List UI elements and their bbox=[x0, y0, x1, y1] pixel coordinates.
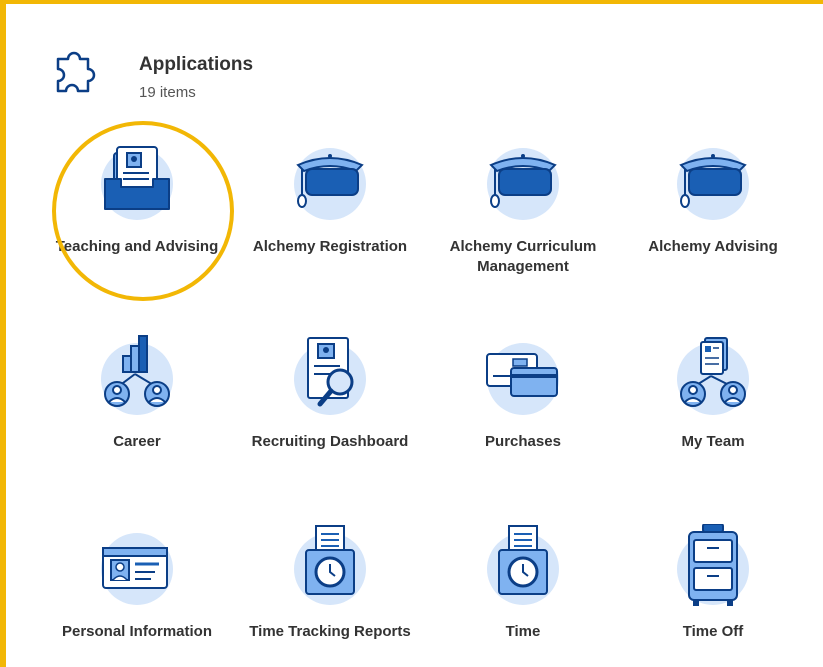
time-report-icon bbox=[294, 525, 366, 605]
credit-card-icon bbox=[486, 343, 559, 415]
app-alchemy-registration[interactable]: Alchemy Registration bbox=[245, 139, 415, 257]
time-clock-icon bbox=[487, 525, 559, 605]
app-label: Personal Information bbox=[61, 623, 213, 640]
item-count: 19 items bbox=[139, 84, 196, 101]
app-label: Alchemy Advising bbox=[648, 238, 778, 255]
app-label: Purchases bbox=[485, 433, 561, 450]
app-label: Time Off bbox=[682, 623, 744, 640]
graduation-cap-icon bbox=[294, 148, 366, 220]
applications-panel: Applications 19 items Teaching and Advis… bbox=[0, 0, 823, 667]
inbox-tray-icon bbox=[101, 146, 173, 220]
team-icon bbox=[677, 337, 749, 415]
graduation-cap-icon bbox=[677, 148, 749, 220]
app-label: Time bbox=[505, 623, 541, 640]
app-label: My Team bbox=[681, 433, 745, 450]
app-alchemy-curriculum-management[interactable]: Alchemy Curriculum Management bbox=[438, 139, 608, 277]
career-chart-icon bbox=[101, 335, 173, 415]
app-label: Recruiting Dashboard bbox=[251, 433, 409, 450]
app-label: Alchemy Curriculum Management bbox=[449, 238, 597, 275]
app-my-team[interactable]: My Team bbox=[628, 334, 798, 452]
id-card-icon bbox=[101, 533, 173, 605]
app-time-off[interactable]: Time Off bbox=[628, 524, 798, 642]
app-label: Teaching and Advising bbox=[55, 238, 219, 255]
app-career[interactable]: Career bbox=[52, 334, 222, 452]
suitcase-icon bbox=[677, 524, 749, 606]
page-title: Applications bbox=[139, 54, 254, 75]
app-teaching-and-advising[interactable]: Teaching and Advising bbox=[52, 139, 222, 257]
app-personal-information[interactable]: Personal Information bbox=[52, 524, 222, 642]
app-time-tracking-reports[interactable]: Time Tracking Reports bbox=[245, 524, 415, 642]
app-purchases[interactable]: Purchases bbox=[438, 334, 608, 452]
resume-search-icon bbox=[294, 337, 366, 415]
app-time[interactable]: Time bbox=[438, 524, 608, 642]
app-recruiting-dashboard[interactable]: Recruiting Dashboard bbox=[245, 334, 415, 452]
app-alchemy-advising[interactable]: Alchemy Advising bbox=[628, 139, 798, 257]
app-label: Career bbox=[113, 433, 161, 450]
puzzle-icon bbox=[56, 51, 96, 93]
graduation-cap-icon bbox=[487, 148, 559, 220]
app-label: Alchemy Registration bbox=[252, 238, 408, 255]
app-label: Time Tracking Reports bbox=[249, 623, 411, 640]
